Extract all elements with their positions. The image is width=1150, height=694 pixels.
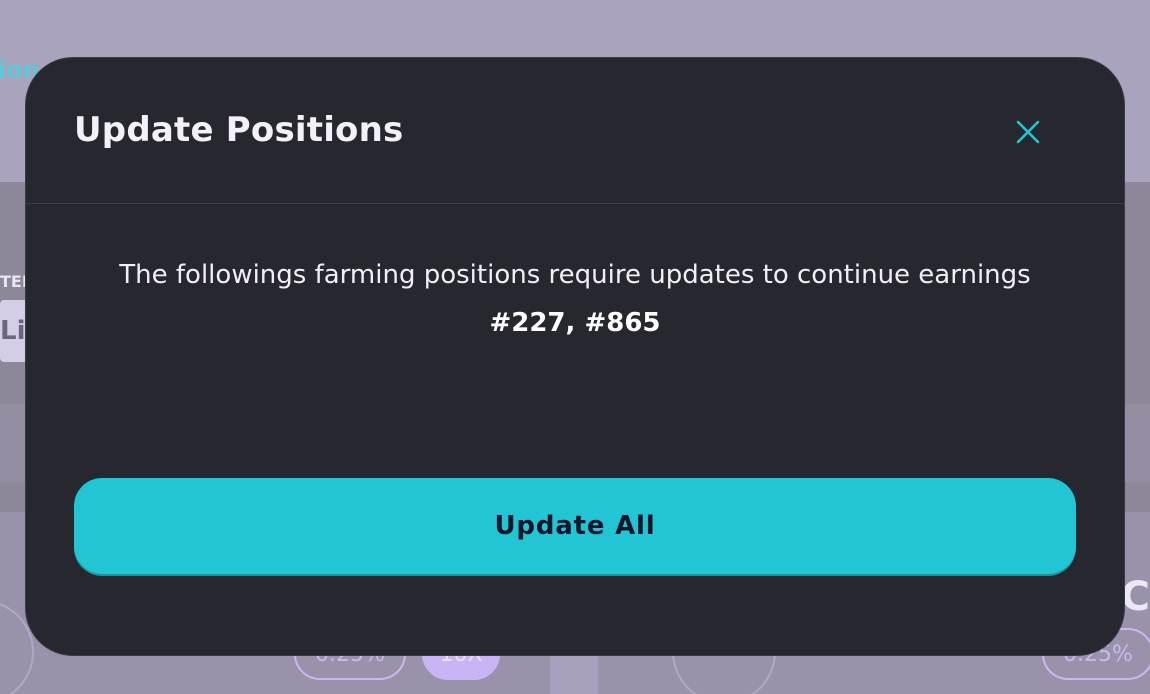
update-message: The followings farming positions require… — [119, 260, 1031, 290]
backdrop-card-title: C — [1120, 574, 1150, 620]
backdrop-filter-input-text: Li — [0, 316, 26, 346]
close-button[interactable] — [1010, 114, 1046, 150]
modal-title: Update Positions — [74, 110, 404, 150]
update-all-button[interactable]: Update All — [74, 478, 1076, 574]
update-positions-modal: Update Positions The followings farming … — [25, 57, 1125, 656]
position-ids: #227, #865 — [489, 308, 661, 338]
modal-header: Update Positions — [26, 58, 1124, 204]
close-icon — [1016, 120, 1040, 144]
app-backdrop: ion TER Li 0.25% 10X 0.25% C Update Posi… — [0, 0, 1150, 694]
